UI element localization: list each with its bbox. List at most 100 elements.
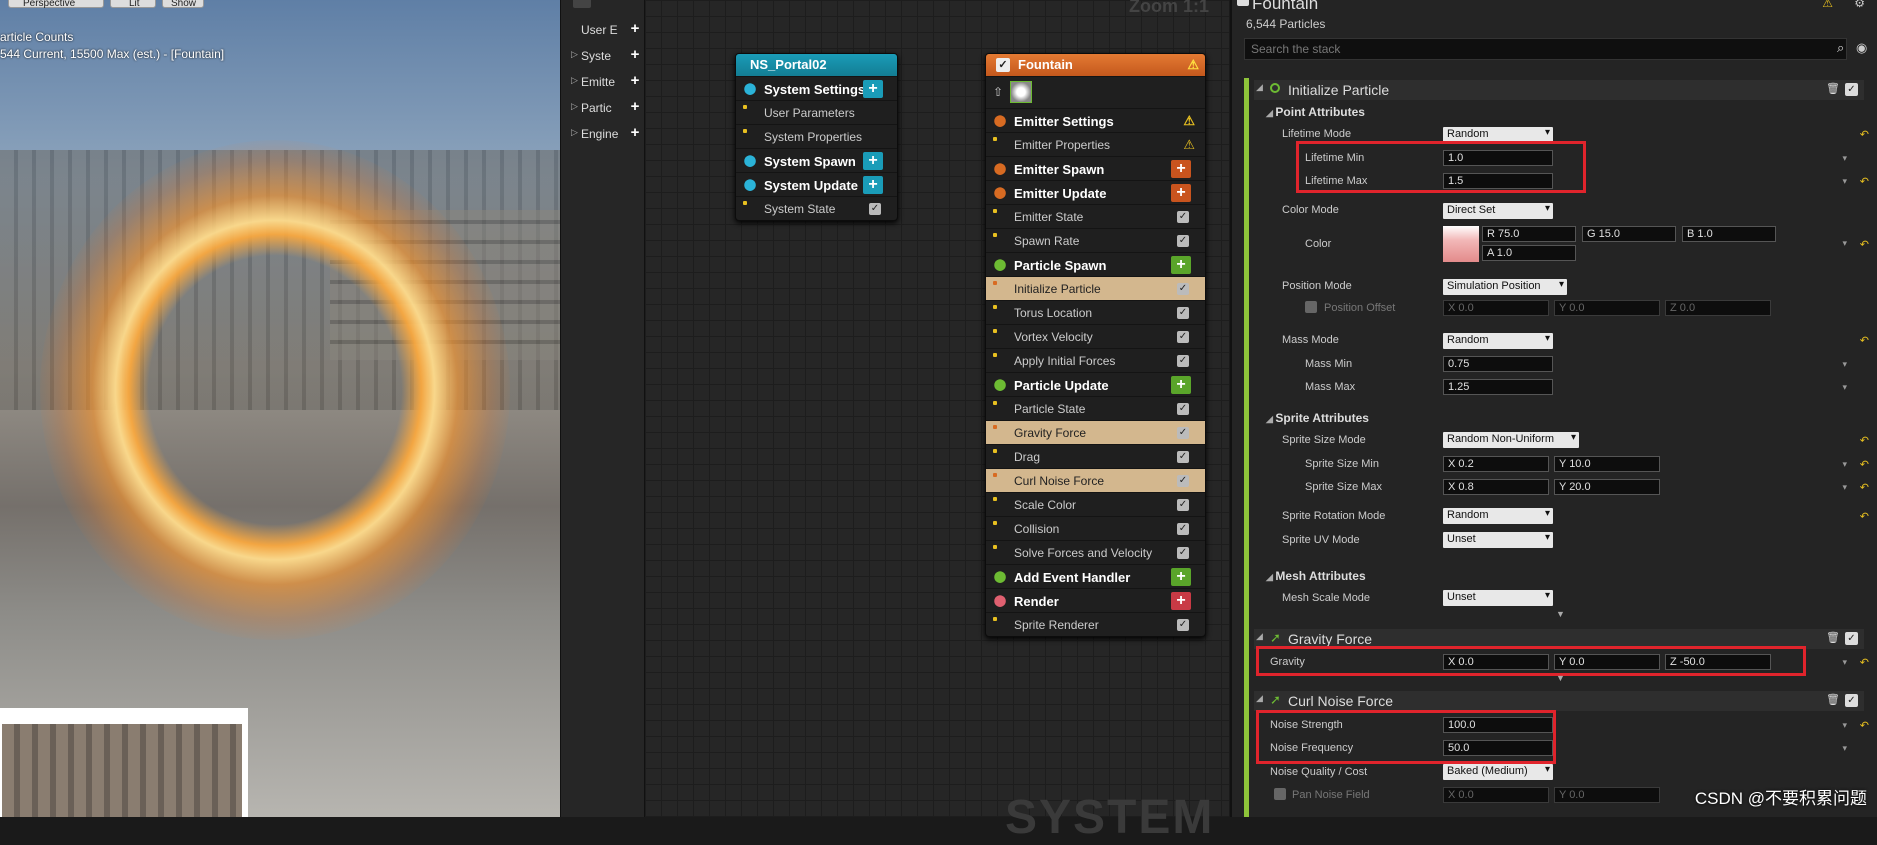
sprite-size-max-x[interactable]: X 0.8 [1443,479,1549,495]
stack-item-emitter-settings[interactable]: ⬤ Emitter Settings ⚠ [986,108,1205,132]
stack-item-system-settings[interactable]: ⬤ System Settings + [736,76,897,100]
sprite-size-min-x[interactable]: X 0.2 [1443,456,1549,472]
reset-icon[interactable]: ↶ [1860,481,1869,494]
add-icon[interactable]: + [627,99,643,115]
expand-arrow-icon[interactable]: ▷ [571,75,578,86]
stack-search-input[interactable]: Search the stack [1244,38,1847,60]
reset-icon[interactable]: ↶ [1860,334,1869,347]
dropdown-arrow-icon[interactable]: ▾ [1842,382,1847,393]
enable-checkbox[interactable]: ✓ [1177,355,1189,367]
stack-item-spawn-rate[interactable]: Spawn Rate ✓ [986,228,1205,252]
pan-noise-checkbox[interactable] [1274,788,1286,800]
add-icon[interactable]: + [627,73,643,89]
expand-arrow-icon[interactable]: ▷ [571,101,578,112]
color-b-field[interactable]: B 1.0 [1682,226,1776,242]
add-module-button[interactable]: + [1171,256,1191,274]
stack-item-particle-update[interactable]: ⬤ Particle Update + [986,372,1205,396]
enable-checkbox[interactable]: ✓ [1177,283,1189,295]
color-g-field[interactable]: G 15.0 [1582,226,1676,242]
stack-item-apply-initial-forces[interactable]: Apply Initial Forces ✓ [986,348,1205,372]
stack-item-add-event-handler[interactable]: ⬤ Add Event Handler + [986,564,1205,588]
trash-icon[interactable]: 🗑 [1826,693,1840,706]
point-attributes-header[interactable]: ◢ Point Attributes [1266,105,1365,119]
stack-item-initialize-particle[interactable]: Initialize Particle ✓ [986,276,1205,300]
enable-checkbox[interactable]: ✓ [1177,523,1189,535]
position-mode-dropdown[interactable]: Simulation Position [1443,279,1567,295]
param-engine[interactable]: ▷ Engine + [569,123,647,145]
eye-icon[interactable]: ◉ [1856,40,1867,56]
pan-noise-y[interactable]: Y 0.0 [1554,787,1660,803]
perspective-button[interactable]: Perspective [8,0,104,9]
collapse-arrow-icon[interactable]: ◢ [1266,414,1275,424]
stack-item-system-properties[interactable]: System Properties [736,124,897,148]
add-module-button[interactable]: + [863,80,883,98]
stack-item-solve-forces-and-velocity[interactable]: Solve Forces and Velocity ✓ [986,540,1205,564]
add-module-button[interactable]: + [1171,184,1191,202]
mass-max-field[interactable]: 1.25 [1443,379,1553,395]
dropdown-arrow-icon[interactable]: ▾ [1842,482,1847,493]
dropdown-arrow-icon[interactable]: ▾ [1842,743,1847,754]
stack-item-particle-spawn[interactable]: ⬤ Particle Spawn + [986,252,1205,276]
stack-item-system-state[interactable]: System State ✓ [736,196,897,220]
pin-icon[interactable]: ⇧ [993,85,1003,99]
position-offset-x[interactable]: X 0.0 [1443,300,1549,316]
enable-checkbox[interactable]: ✓ [1177,547,1189,559]
dropdown-arrow-icon[interactable]: ▾ [1842,238,1847,249]
reset-icon[interactable]: ↶ [1860,128,1869,141]
search-icon[interactable]: ⌕ [1837,40,1844,56]
add-module-button[interactable]: + [863,152,883,170]
stack-item-system-update[interactable]: ⬤ System Update + [736,172,897,196]
reset-icon[interactable]: ↶ [1860,656,1869,669]
system-node[interactable]: NS_Portal02 ⬤ System Settings + User Parame… [735,53,898,221]
emitter-node[interactable]: ✓ Fountain ⚠ ⇧ ⬤ Emitter Settings ⚠ Emitter… [985,53,1206,637]
enable-checkbox[interactable]: ✓ [1177,619,1189,631]
add-icon[interactable]: + [627,47,643,63]
reset-icon[interactable]: ↶ [1860,175,1869,188]
mesh-scale-mode-dropdown[interactable]: Unset [1443,590,1553,606]
preview-viewport[interactable]: Perspective Lit Show article Counts 544 … [0,0,560,817]
curl-noise-force-header[interactable]: ◢ ➚ Curl Noise Force 🗑 ✓ [1254,691,1864,711]
expand-more-icon[interactable]: ▼ [1556,609,1565,619]
position-offset-z[interactable]: Z 0.0 [1665,300,1771,316]
stack-item-curl-noise-force[interactable]: Curl Noise Force ✓ [986,468,1205,492]
initialize-particle-header[interactable]: ◢ Initialize Particle 🗑 ✓ [1254,80,1864,100]
add-icon[interactable]: + [627,125,643,141]
stack-item-torus-location[interactable]: Torus Location ✓ [986,300,1205,324]
param-system[interactable]: ▷ Syste + [569,45,647,67]
expand-arrow-icon[interactable]: ▷ [571,127,578,138]
sprite-size-max-y[interactable]: Y 20.0 [1554,479,1660,495]
color-a-field[interactable]: A 1.0 [1482,245,1576,261]
module-enable-checkbox[interactable]: ✓ [1845,83,1858,96]
param-emitter[interactable]: ▷ Emitte + [569,71,647,93]
enable-checkbox[interactable]: ✓ [1177,403,1189,415]
position-offset-checkbox[interactable] [1305,301,1317,313]
reset-icon[interactable]: ↶ [1860,719,1869,732]
noise-quality-dropdown[interactable]: Baked (Medium) [1443,764,1553,780]
enable-checkbox[interactable]: ✓ [1177,307,1189,319]
reset-icon[interactable]: ↶ [1860,238,1869,251]
sprite-uv-mode-dropdown[interactable]: Unset [1443,532,1553,548]
stack-item-system-spawn[interactable]: ⬤ System Spawn + [736,148,897,172]
module-enable-checkbox[interactable]: ✓ [1845,694,1858,707]
enable-checkbox[interactable]: ✓ [1177,235,1189,247]
add-module-button[interactable]: + [1171,592,1191,610]
stack-item-scale-color[interactable]: Scale Color ✓ [986,492,1205,516]
pan-noise-x[interactable]: X 0.0 [1443,787,1549,803]
dropdown-arrow-icon[interactable]: ▾ [1842,459,1847,470]
add-module-button[interactable]: + [1171,160,1191,178]
stack-item-emitter-state[interactable]: Emitter State ✓ [986,204,1205,228]
lit-button[interactable]: Lit [110,0,156,9]
collapse-arrow-icon[interactable]: ◢ [1256,631,1263,642]
add-icon[interactable]: + [627,21,643,37]
sprite-attributes-header[interactable]: ◢ Sprite Attributes [1266,411,1369,425]
reset-icon[interactable]: ↶ [1860,434,1869,447]
trash-icon[interactable]: 🗑 [1826,631,1840,644]
dropdown-arrow-icon[interactable]: ▾ [1842,176,1847,187]
enable-checkbox[interactable]: ✓ [1177,331,1189,343]
stack-item-emitter-properties[interactable]: Emitter Properties ⚠ [986,132,1205,156]
stack-item-drag[interactable]: Drag ✓ [986,444,1205,468]
enable-checkbox[interactable]: ✓ [1177,451,1189,463]
sprite-size-min-y[interactable]: Y 10.0 [1554,456,1660,472]
collapse-arrow-icon[interactable]: ◢ [1256,82,1263,93]
reset-icon[interactable]: ↶ [1860,510,1869,523]
